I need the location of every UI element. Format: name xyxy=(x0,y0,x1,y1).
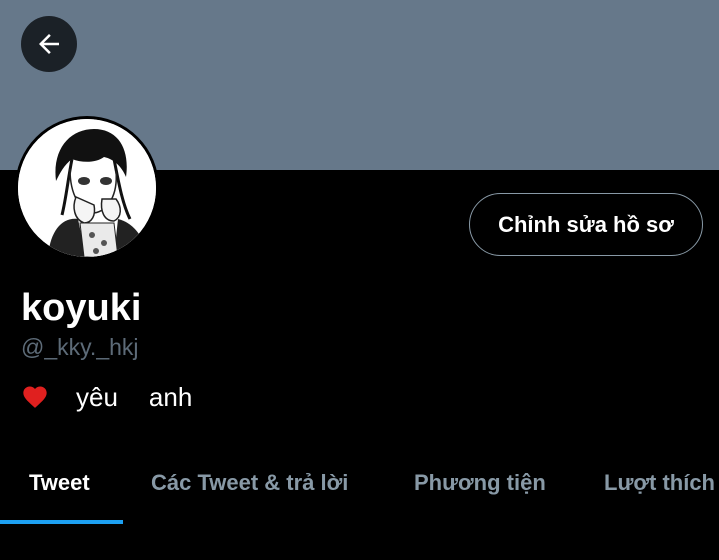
back-button[interactable] xyxy=(21,16,77,72)
active-tab-indicator xyxy=(0,520,123,524)
avatar-image xyxy=(18,119,156,257)
tab-tweets-and-replies[interactable]: Các Tweet & trả lời xyxy=(151,450,348,516)
profile-handle: @_kky._hkj xyxy=(21,334,139,360)
arrow-left-icon xyxy=(39,34,59,54)
profile-tabs: Tweet Các Tweet & trả lời Phương tiện Lư… xyxy=(0,450,719,526)
tab-likes[interactable]: Lượt thích xyxy=(604,450,715,516)
tab-media[interactable]: Phương tiện xyxy=(414,450,546,516)
bio-word-2: anh xyxy=(148,381,193,412)
red-heart-icon xyxy=(23,386,47,408)
bio-word-1: yêu xyxy=(76,381,118,412)
profile-bio: yêu anh xyxy=(21,377,192,417)
profile-name: koyuki xyxy=(21,287,142,329)
profile-screen: Chỉnh sửa hồ sơ koyuki @_kky._hkj yêu an… xyxy=(0,0,719,560)
edit-profile-button[interactable]: Chỉnh sửa hồ sơ xyxy=(469,193,703,256)
avatar[interactable] xyxy=(15,116,159,260)
tab-tweets[interactable]: Tweet xyxy=(29,450,90,516)
